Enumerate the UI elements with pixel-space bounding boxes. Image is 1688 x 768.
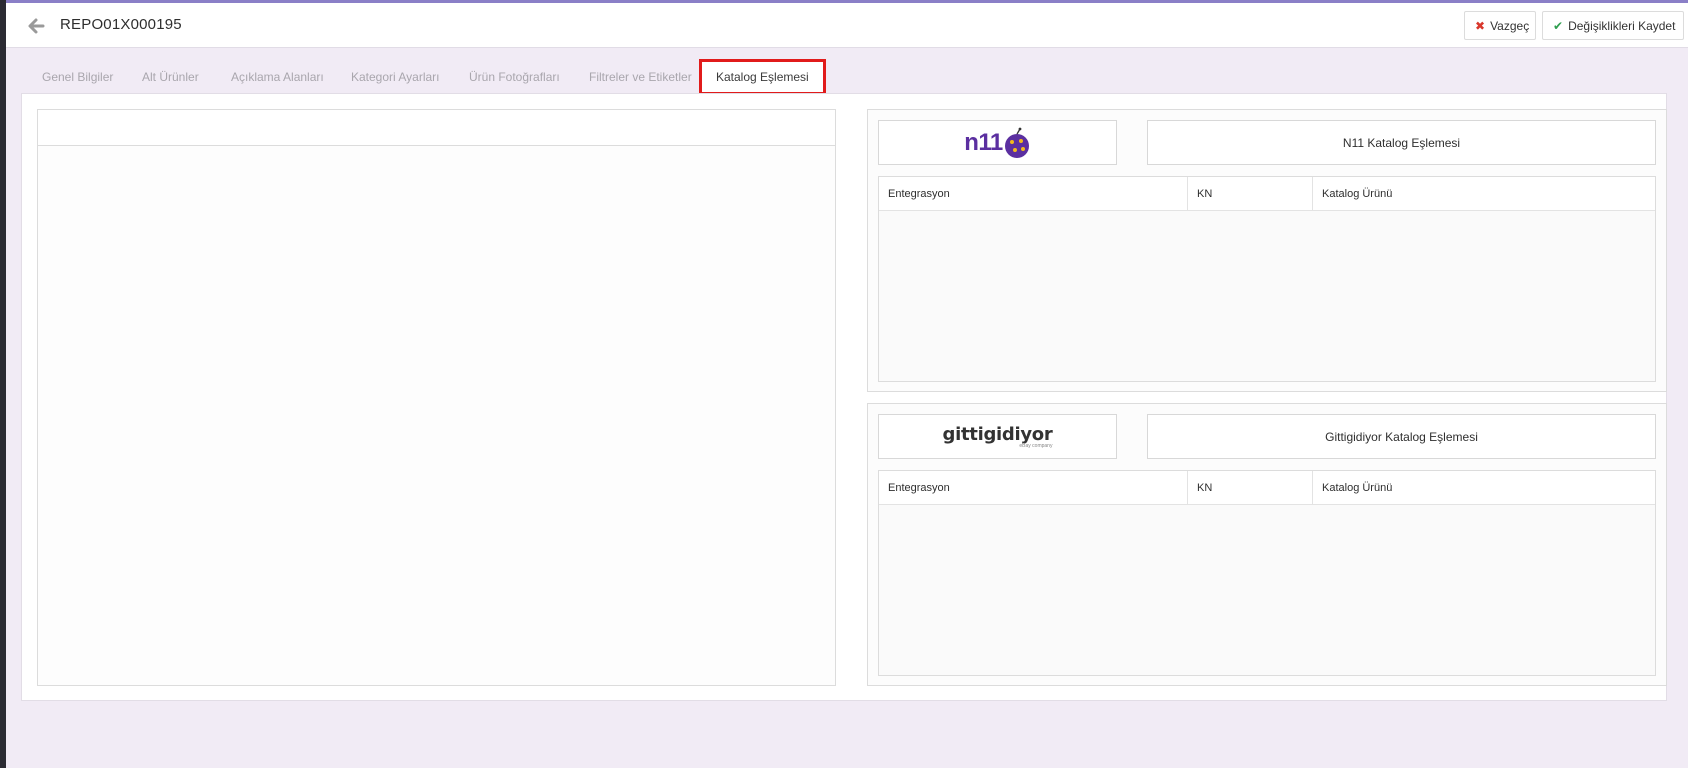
tab-katalog-eslemesi[interactable]: Katalog Eşlemesi (699, 59, 826, 95)
n11-logo-box: n11 (878, 120, 1117, 165)
save-button-label: Değişiklikleri Kaydet (1568, 18, 1676, 33)
column-header-kn[interactable]: KN (1188, 471, 1313, 504)
app-window: REPO01X000195 ✖ Vazgeç ✔ Değişiklikleri … (6, 0, 1688, 768)
ladybug-icon (1004, 127, 1029, 158)
column-header-kn[interactable]: KN (1188, 177, 1313, 210)
tab-aciklama-alanlari[interactable]: Açıklama Alanları (231, 59, 324, 95)
column-header-entegrasyon[interactable]: Entegrasyon (879, 471, 1188, 504)
n11-catalog-match-button[interactable]: N11 Katalog Eşlemesi (1147, 120, 1656, 165)
n11-catalog-table: Entegrasyon KN Katalog Ürünü (878, 176, 1656, 382)
cancel-button-label: Vazgeç (1490, 18, 1530, 33)
gittigidiyor-catalog-table: Entegrasyon KN Katalog Ürünü (878, 470, 1656, 676)
cancel-button[interactable]: ✖ Vazgeç (1464, 11, 1536, 40)
close-icon: ✖ (1475, 18, 1486, 33)
page-header: REPO01X000195 ✖ Vazgeç ✔ Değişiklikleri … (6, 3, 1688, 48)
tab-content-panel: n11 N11 Katalog Eşlemesi Entegrasyon KN … (21, 93, 1667, 701)
gittigidiyor-catalog-match-button[interactable]: Gittigidiyor Katalog Eşlemesi (1147, 414, 1656, 459)
page-title: REPO01X000195 (60, 16, 182, 33)
tab-genel-bilgiler[interactable]: Genel Bilgiler (42, 59, 113, 95)
n11-logo: n11 (964, 127, 1031, 159)
gittigidiyor-catalog-card: gittigidiyor eBay company Gittigidiyor K… (867, 403, 1667, 686)
gittigidiyor-logo-text: gittigidiyor (942, 424, 1053, 445)
save-changes-button[interactable]: ✔ Değişiklikleri Kaydet (1542, 11, 1684, 40)
column-header-entegrasyon[interactable]: Entegrasyon (879, 177, 1188, 210)
check-icon: ✔ (1553, 18, 1564, 33)
n11-table-header: Entegrasyon KN Katalog Ürünü (879, 177, 1655, 211)
gittigidiyor-logo: gittigidiyor eBay company (943, 424, 1053, 449)
tab-alt-urunler[interactable]: Alt Ürünler (142, 59, 199, 95)
tab-filtreler-etiketler[interactable]: Filtreler ve Etiketler (589, 59, 692, 95)
gittigidiyor-logo-subtext: eBay company (1019, 443, 1053, 449)
catalog-detail-panel (37, 109, 836, 686)
tab-kategori-ayarlari[interactable]: Kategori Ayarları (351, 59, 440, 95)
tab-bar: Genel Bilgiler Alt Ürünler Açıklama Alan… (20, 59, 1670, 95)
back-arrow-icon[interactable] (27, 17, 45, 35)
n11-logo-text: n11 (964, 128, 1003, 156)
gittigidiyor-table-header: Entegrasyon KN Katalog Ürünü (879, 471, 1655, 505)
gittigidiyor-logo-box: gittigidiyor eBay company (878, 414, 1117, 459)
tab-urun-fotograflari[interactable]: Ürün Fotoğrafları (469, 59, 560, 95)
n11-catalog-card: n11 N11 Katalog Eşlemesi Entegrasyon KN … (867, 109, 1667, 392)
column-header-katalog-urunu[interactable]: Katalog Ürünü (1313, 471, 1655, 504)
column-header-katalog-urunu[interactable]: Katalog Ürünü (1313, 177, 1655, 210)
catalog-detail-header (38, 110, 835, 146)
